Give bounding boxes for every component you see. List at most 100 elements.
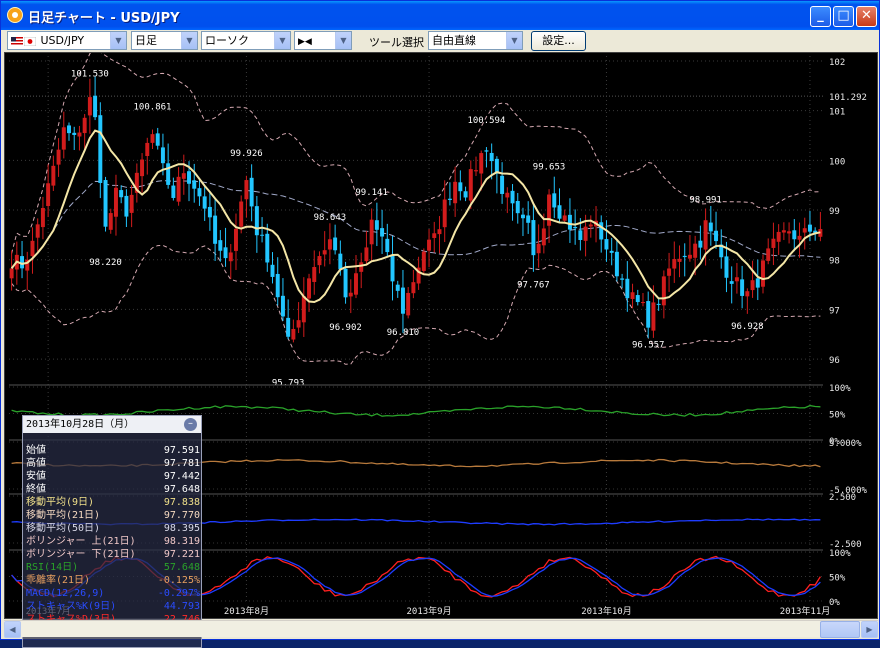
candle-body [98,115,103,183]
candle-body [776,231,781,242]
candle-body [30,240,35,257]
ma9-line [10,129,821,304]
candle-body [547,194,552,226]
info-row: ボリンジャー 上(21日) 98.319 [26,536,200,548]
candle-body [515,200,520,214]
period-value: 日足 [135,34,157,47]
candle-body [140,159,145,177]
candle-body [40,208,45,228]
info-row-value: 97.591 [163,445,200,456]
info-row-label: 始値 [26,445,46,456]
candle-body [781,230,786,233]
candle-body [677,258,682,262]
candle-body [734,277,739,282]
candle-body [427,239,432,251]
candle-body [223,247,228,259]
maximize-button[interactable]: □ [833,6,854,27]
scroll-thumb[interactable] [820,621,860,638]
candle-body [67,125,71,134]
candle-body [260,234,265,236]
chevron-down-icon[interactable]: ▼ [335,32,351,49]
price-annotation: 99.653 [533,163,566,173]
japan-flag-icon [24,36,36,46]
candle-body [693,243,698,258]
candle-body [228,252,233,262]
candle-body [400,287,405,314]
candle-body [244,180,249,200]
chevron-down-icon[interactable]: ▼ [181,32,197,49]
candle-body [280,295,285,317]
candle-body [249,177,254,207]
candle-body [729,281,734,284]
minimize-button[interactable]: _ [810,6,831,27]
candle-body [442,199,447,228]
price-annotation: 100.594 [467,116,505,126]
chevron-down-icon[interactable]: ▼ [274,32,290,49]
candle-body [500,175,505,194]
candle-body [61,127,66,150]
candle-body [604,239,609,250]
candle-body [484,150,489,152]
app-icon [7,7,23,23]
close-button[interactable]: ✕ [856,6,877,27]
ma50-line [11,180,821,269]
candle-body [46,183,51,206]
candle-body [218,240,223,251]
candle-body [646,301,651,328]
candle-body [113,187,118,217]
horizontal-scrollbar[interactable]: ◀ ▶ [4,620,878,638]
info-row-value: 97.221 [163,549,200,560]
title-bar[interactable]: 日足チャート - USD/JPY _ □ ✕ [1,1,879,30]
candle-body [510,190,515,204]
price-annotation: 98.991 [689,195,722,205]
info-row-label: RSI(14日) [26,562,79,573]
candle-body [380,228,385,237]
scroll-right-icon[interactable]: ▶ [861,621,878,638]
symbol-select[interactable]: USD/JPY ▼ [7,31,127,50]
price-annotation: 96.928 [731,322,764,332]
candle-body [124,195,129,217]
candle-body [327,239,332,250]
panel-tick-label: 100% [829,549,851,559]
candle-body [614,251,619,277]
current-price-label: 101.292 [829,93,867,103]
settings-button[interactable]: 設定... [531,31,586,51]
tool-select[interactable]: 自由直線 ▼ [428,31,523,50]
collapse-icon[interactable]: – [184,418,197,431]
info-row: 移動平均(50日) 98.395 [26,523,200,535]
candle-body [750,280,755,291]
candle-body [51,165,56,186]
info-row-label: 移動平均(9日) [26,497,95,508]
candle-body [740,279,745,296]
period-select[interactable]: 日足 ▼ [131,31,198,50]
marker-select[interactable]: ▶◀ ▼ [294,31,352,50]
chevron-down-icon[interactable]: ▼ [110,32,126,49]
candle-body [541,228,546,246]
chart-style-select[interactable]: ローソク ▼ [201,31,291,50]
candle-body [625,278,630,299]
tool-select-label: ツール選択 [369,36,424,49]
candle-body [453,181,458,204]
info-row-label: 高値 [26,458,46,469]
info-row: RSI(14日) 57.648 [26,562,200,574]
candle-body [369,219,374,245]
chart-area[interactable]: 101.530 100.861 99.926 98.220 99.141 98.643 95… [4,52,878,648]
candle-body [343,268,348,298]
candle-body [354,273,358,295]
candle-body [119,190,124,198]
candle-body [620,278,625,280]
us-flag-icon [11,36,23,46]
candle-body [322,250,327,255]
info-row-value: 97.770 [163,510,200,521]
info-row-value: 98.319 [163,536,200,547]
chevron-down-icon[interactable]: ▼ [506,32,522,49]
candle-body [687,254,692,259]
info-row: 乖離率(21日) -0.125% [26,575,200,587]
info-row-value: -0.125% [157,575,200,586]
price-annotation: 101.530 [71,69,109,79]
chart-window: 日足チャート - USD/JPY _ □ ✕ USD/JPY ▼ 日足 ▼ ロー… [0,0,880,648]
candle-body [635,295,640,303]
scroll-left-icon[interactable]: ◀ [4,621,21,638]
candle-body [698,240,703,248]
candle-body [458,182,463,192]
